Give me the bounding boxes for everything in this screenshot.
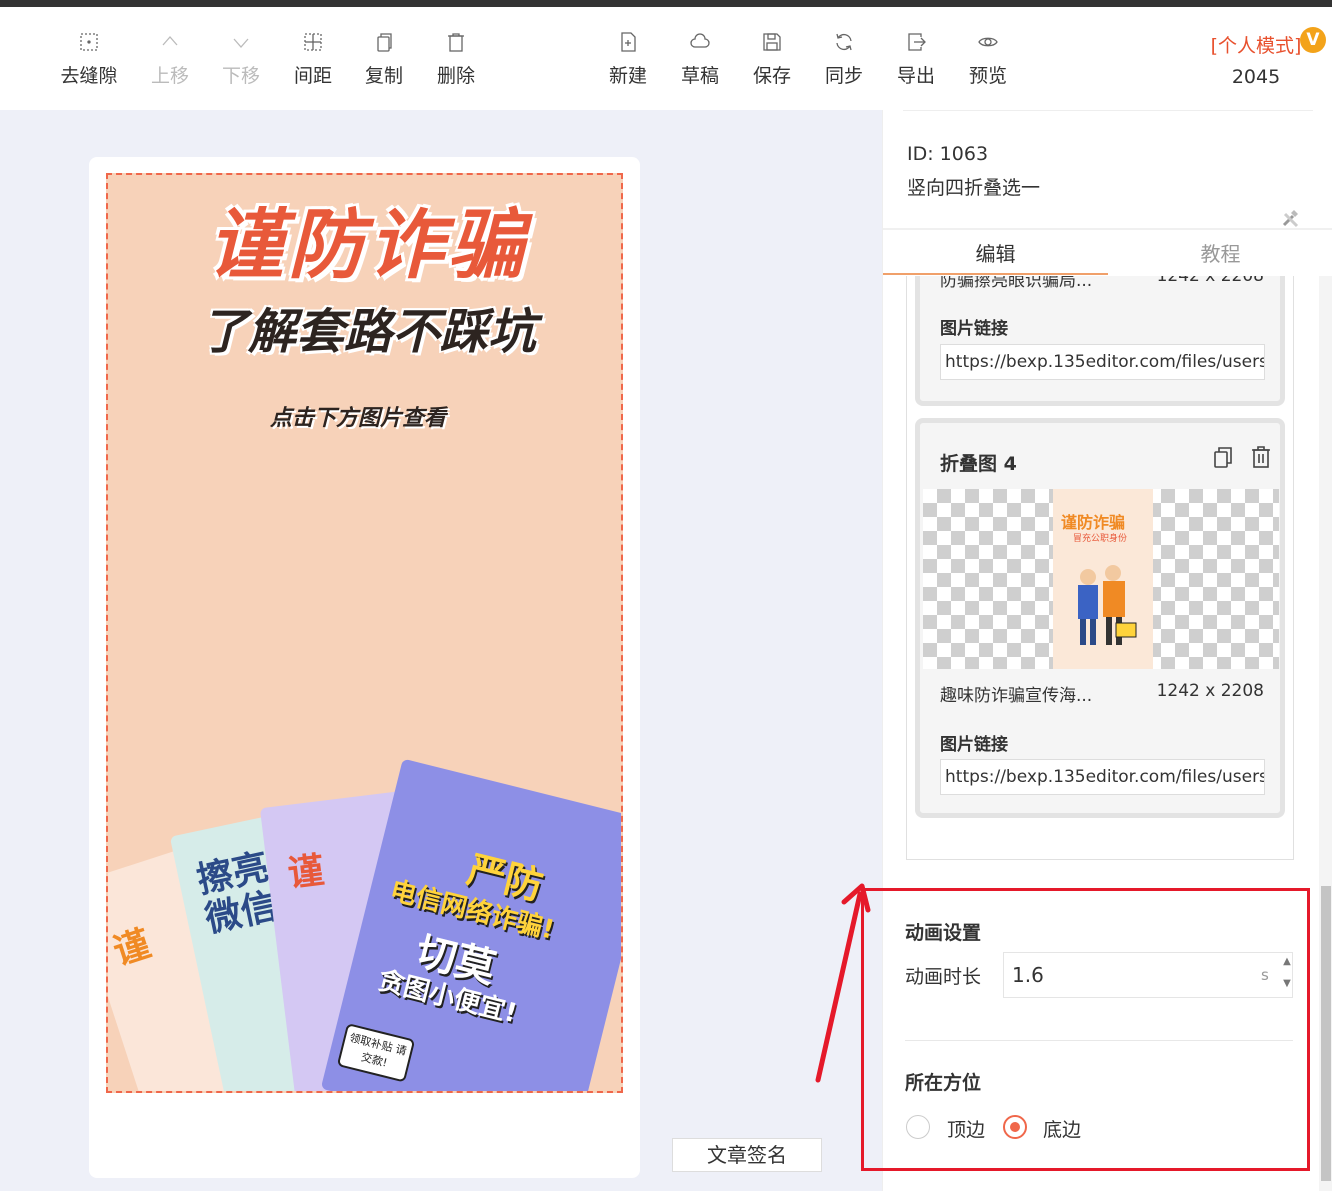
spacing-icon xyxy=(277,31,349,57)
trash-icon xyxy=(420,31,492,57)
divider xyxy=(903,110,1313,111)
account-mode[interactable]: [个人模式] V 2045 xyxy=(1196,27,1326,88)
eye-icon xyxy=(952,31,1024,57)
save-icon xyxy=(736,31,808,57)
poster-title: 谨防诈骗 xyxy=(208,200,528,289)
fold-image-item: 折叠图 4 谨防诈骗 冒充公职身份 趣味防诈骗宣传海... 1242 x 220… xyxy=(915,418,1285,818)
mode-label[interactable]: [个人模式] xyxy=(1211,31,1302,58)
export-button[interactable]: 导出 xyxy=(880,31,952,88)
scroll-thumb[interactable] xyxy=(1321,886,1331,1181)
image-link-label: 图片链接 xyxy=(940,735,1008,755)
image-link-field[interactable]: https://bexp.135editor.com/files/users/0… xyxy=(940,344,1265,380)
delete-button[interactable]: 删除 xyxy=(420,31,492,88)
grid-icon xyxy=(53,31,125,57)
sync-icon xyxy=(808,31,880,57)
copy-icon xyxy=(348,31,420,57)
poster-hint: 点击下方图片查看 xyxy=(269,406,446,431)
new-file-icon xyxy=(592,31,664,57)
active-tab-indicator xyxy=(883,273,1108,275)
editor-canvas: 谨防诈骗 了解套路不踩坑 点击下方图片查看 谨 擦亮 微信 谨 严防 电信网络诈… xyxy=(0,110,882,1191)
panel-scrollbar[interactable] xyxy=(1319,276,1332,1191)
fold-image-item: 防骗擦亮眼识骗局... 1242 x 2208 图片链接 https://bex… xyxy=(915,276,1285,406)
image-name: 防骗擦亮眼识骗局... xyxy=(940,276,1093,291)
toolbar: 去缝隙 上移 下移 间距 复制 删除 新建 草稿 保存 同步 导出 预览 [个人… xyxy=(0,7,1332,110)
move-down-button[interactable]: 下移 xyxy=(205,31,277,88)
poster-block[interactable]: 谨防诈骗 了解套路不踩坑 点击下方图片查看 谨 擦亮 微信 谨 严防 电信网络诈… xyxy=(106,173,623,1093)
fold-image-title: 折叠图 4 xyxy=(940,453,1017,475)
chevron-up-icon xyxy=(134,31,206,57)
cloud-icon xyxy=(664,31,736,57)
thumbnail-image: 谨防诈骗 冒充公职身份 xyxy=(1053,489,1153,669)
sync-button[interactable]: 同步 xyxy=(808,31,880,88)
image-size: 1242 x 2208 xyxy=(1156,681,1264,701)
image-size: 1242 x 2208 xyxy=(1156,276,1264,286)
poster-subtitle: 了解套路不踩坑 xyxy=(199,304,536,360)
article-signature-button[interactable]: 文章签名 xyxy=(672,1138,822,1172)
mode-count: 2045 xyxy=(1231,66,1281,88)
tab-tutorial[interactable]: 教程 xyxy=(1108,238,1332,267)
move-up-button[interactable]: 上移 xyxy=(134,31,206,88)
image-list-box: 防骗擦亮眼识骗局... 1242 x 2208 图片链接 https://bex… xyxy=(906,276,1294,860)
phone-preview: 谨防诈骗 了解套路不踩坑 点击下方图片查看 谨 擦亮 微信 谨 严防 电信网络诈… xyxy=(89,157,640,1178)
save-button[interactable]: 保存 xyxy=(736,31,808,88)
spacing-button[interactable]: 间距 xyxy=(277,31,349,88)
image-list: 防骗擦亮眼识骗局... 1242 x 2208 图片链接 https://bex… xyxy=(883,276,1319,861)
new-button[interactable]: 新建 xyxy=(592,31,664,88)
fold-image-thumbnail[interactable]: 谨防诈骗 冒充公职身份 xyxy=(923,489,1279,669)
chevron-down-icon xyxy=(205,31,277,57)
top-border xyxy=(0,0,1332,7)
template-id: ID: 1063 xyxy=(907,143,989,165)
copy-button[interactable]: 复制 xyxy=(348,31,420,88)
people-illustration-icon xyxy=(1078,565,1137,645)
annotation-arrow-icon xyxy=(815,883,871,1083)
speech-bubble: 领取补贴 请交款! xyxy=(336,1022,416,1083)
image-link-field[interactable]: https://bexp.135editor.com/files/users/0… xyxy=(940,759,1265,795)
panel-tabs: 编辑 教程 xyxy=(883,228,1332,276)
preview-button[interactable]: 预览 xyxy=(952,31,1024,88)
highlight-box xyxy=(861,888,1310,1171)
image-name: 趣味防诈骗宣传海... xyxy=(940,686,1093,706)
trash-icon[interactable] xyxy=(1250,445,1274,471)
tools-icon[interactable] xyxy=(1281,210,1301,228)
remove-gap-button[interactable]: 去缝隙 xyxy=(53,31,125,88)
image-link-label: 图片链接 xyxy=(940,319,1008,339)
vip-badge-icon: V xyxy=(1300,27,1326,53)
draft-button[interactable]: 草稿 xyxy=(664,31,736,88)
export-icon xyxy=(880,31,952,57)
copy-icon[interactable] xyxy=(1212,445,1236,471)
tab-edit[interactable]: 编辑 xyxy=(883,238,1108,267)
template-name: 竖向四折叠选一 xyxy=(907,177,1041,199)
